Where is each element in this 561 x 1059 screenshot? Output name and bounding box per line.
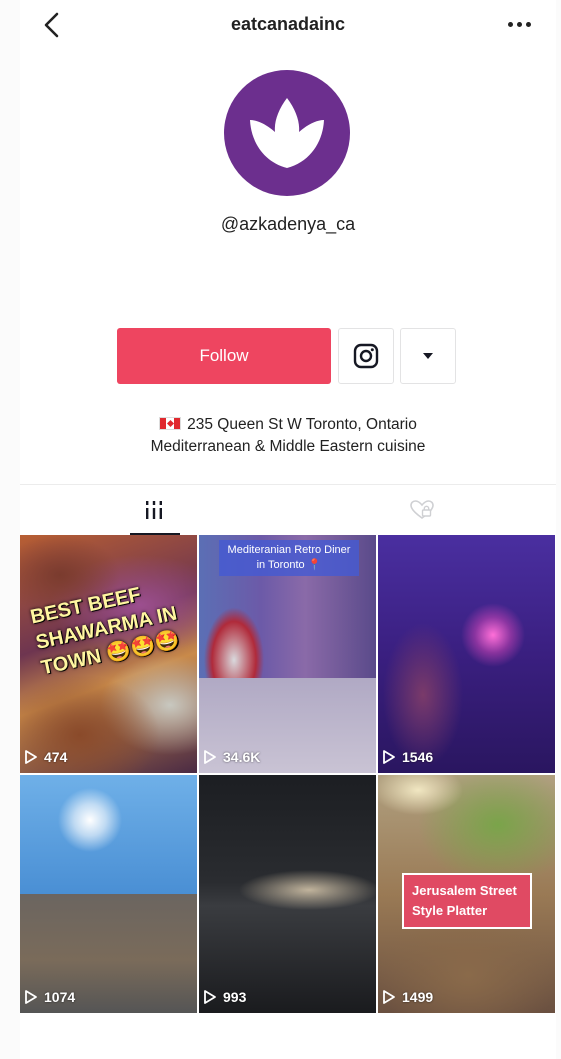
lotus-logo-icon	[250, 98, 324, 168]
view-count: 1499	[382, 989, 433, 1005]
video-caption: Jerusalem Street Style Platter	[402, 873, 532, 929]
canada-flag-icon	[159, 417, 182, 430]
page-footer	[20, 1014, 556, 1059]
tab-videos[interactable]	[20, 485, 288, 535]
play-icon	[383, 990, 395, 1004]
play-icon	[383, 750, 395, 764]
play-icon	[25, 990, 37, 1004]
bio-address-line: 235 Queen St W Toronto, Ontario	[20, 414, 556, 436]
play-icon	[204, 990, 216, 1004]
instagram-icon	[353, 343, 379, 369]
tab-liked[interactable]	[288, 485, 556, 535]
play-icon	[204, 750, 216, 764]
video-tile[interactable]: 993	[199, 775, 376, 1013]
view-count: 474	[24, 749, 67, 765]
top-bar: eatcanadainc	[20, 0, 556, 50]
video-tile[interactable]: Mediteranian Retro Diner in Toronto 📍 34…	[199, 535, 376, 773]
profile-page: eatcanadainc @azkadenya_ca Follow 235 Qu…	[20, 0, 556, 1059]
profile-handle: @azkadenya_ca	[220, 214, 356, 234]
play-icon	[25, 750, 37, 764]
heart-locked-icon	[410, 500, 434, 519]
video-tile[interactable]: 1546	[378, 535, 555, 773]
view-count: 34.6K	[203, 749, 260, 765]
more-options-dropdown[interactable]	[400, 328, 456, 384]
view-count: 1074	[24, 989, 75, 1005]
more-horizontal-icon[interactable]	[504, 12, 534, 36]
caret-down-icon	[423, 353, 433, 359]
bio-cuisine-line: Mediterranean & Middle Eastern cuisine	[150, 438, 426, 455]
video-tile[interactable]: Jerusalem Street Style Platter 1499	[378, 775, 555, 1013]
follow-button[interactable]: Follow	[117, 328, 331, 384]
video-tile[interactable]: 1074	[20, 775, 197, 1013]
instagram-button[interactable]	[338, 328, 394, 384]
profile-tabs	[20, 484, 556, 535]
grid-icon	[146, 501, 162, 519]
view-count: 1546	[382, 749, 433, 765]
avatar[interactable]	[224, 70, 350, 196]
page-title: eatcanadainc	[230, 14, 346, 34]
profile-bio: 235 Queen St W Toronto, Ontario Mediterr…	[20, 414, 556, 458]
video-caption: Mediteranian Retro Diner in Toronto 📍	[219, 540, 359, 576]
view-count: 993	[203, 989, 246, 1005]
video-tile[interactable]: BEST BEEF SHAWARMA IN TOWN 🤩🤩🤩 474	[20, 535, 197, 773]
